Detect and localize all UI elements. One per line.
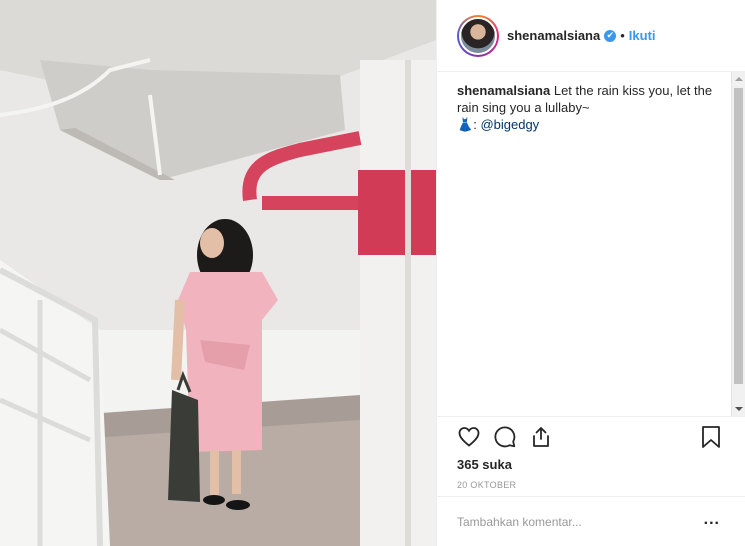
caption-credit-prefix: : bbox=[473, 117, 477, 132]
header-username[interactable]: shenamalsiana bbox=[507, 28, 600, 43]
mention-link[interactable]: @bigedgy bbox=[480, 117, 539, 132]
photo-scene bbox=[0, 0, 436, 546]
dress-icon: 👗 bbox=[457, 117, 474, 132]
avatar[interactable] bbox=[457, 14, 499, 57]
post-panel: shenamalsiana ✔ • Ikuti shenamalsiana Le… bbox=[436, 0, 745, 546]
follow-button[interactable]: Ikuti bbox=[629, 28, 656, 43]
like-count[interactable]: 365 suka bbox=[457, 457, 512, 472]
add-comment-input[interactable]: Tambahkan komentar... bbox=[457, 515, 582, 529]
post-date[interactable]: 20 OKTOBER bbox=[457, 480, 516, 490]
header-separator: • bbox=[620, 28, 625, 43]
caption-username[interactable]: shenamalsiana bbox=[457, 83, 550, 98]
post-actions: 365 suka 20 OKTOBER bbox=[437, 416, 745, 496]
caption-block: shenamalsiana Let the rain kiss you, let… bbox=[457, 82, 727, 402]
add-comment-bar: Tambahkan komentar... ... bbox=[437, 496, 745, 546]
comment-icon[interactable] bbox=[493, 425, 517, 449]
scroll-up-icon[interactable] bbox=[735, 77, 743, 81]
caption-text-line1: Let the rain kiss you, let the bbox=[553, 83, 713, 98]
comments-scrollbar[interactable] bbox=[731, 72, 745, 416]
avatar-image bbox=[459, 16, 497, 55]
verified-badge-icon: ✔ bbox=[604, 29, 617, 42]
scroll-down-icon[interactable] bbox=[735, 407, 743, 411]
post-header: shenamalsiana ✔ • Ikuti bbox=[437, 0, 745, 72]
share-icon[interactable] bbox=[529, 425, 553, 449]
heart-icon[interactable] bbox=[457, 425, 481, 449]
more-options-icon[interactable]: ... bbox=[704, 511, 720, 529]
caption-text-line2: rain sing you a lullaby~ bbox=[457, 100, 590, 115]
post-photo[interactable] bbox=[0, 0, 436, 546]
scrollbar-thumb[interactable] bbox=[734, 88, 743, 384]
bookmark-icon[interactable] bbox=[700, 425, 722, 449]
